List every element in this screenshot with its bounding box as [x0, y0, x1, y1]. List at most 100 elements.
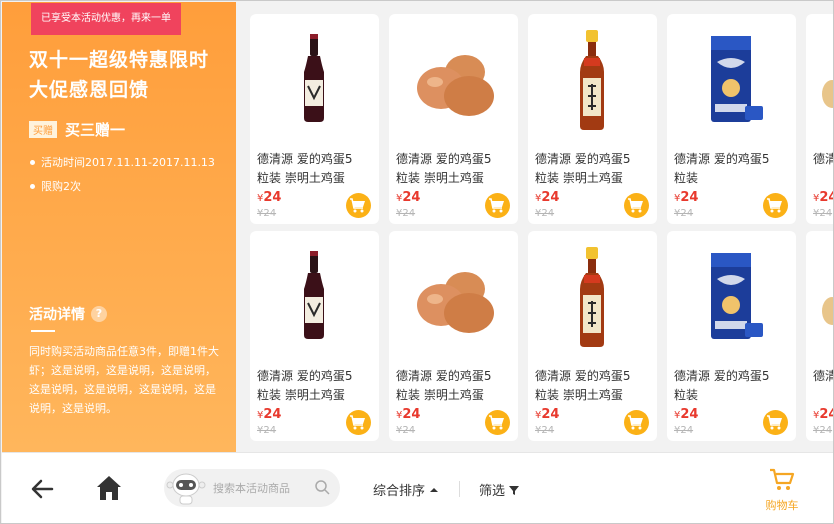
product-image[interactable] [667, 14, 796, 144]
promo-title: 双十一超级特惠限时 大促感恩回馈 [29, 45, 229, 105]
product-name-line2: 粒装 [674, 388, 699, 402]
product-card[interactable]: 德清源 爱的鸡蛋5 粒装 崇明土鸡蛋 ¥24 ¥24 [389, 231, 518, 441]
search-icon[interactable] [314, 479, 330, 495]
price-value: 24 [819, 190, 833, 205]
filter-label: 筛选 [479, 484, 506, 499]
cart-label: 购物车 [765, 499, 799, 512]
product-card[interactable]: 德清源 爱的鸡蛋5 粒装 崇明土鸡蛋 ¥24 ¥24 [389, 14, 518, 224]
product-image[interactable] [667, 231, 796, 361]
product-card[interactable]: 德清源 爱的鸡蛋5 粒装 崇明土鸡蛋 ¥24 ¥24 [250, 14, 379, 224]
product-image[interactable] [528, 231, 657, 361]
add-to-cart-button[interactable] [346, 410, 371, 435]
product-name-line2: 粒装 崇明土鸡蛋 [535, 388, 623, 402]
product-name-line2: 粒装 崇明土鸡蛋 [396, 171, 484, 185]
add-to-cart-button[interactable] [346, 193, 371, 218]
home-button[interactable] [94, 473, 124, 503]
product-image[interactable] [389, 231, 518, 361]
price-value: 24 [680, 190, 699, 205]
product-name: 德清 [813, 150, 833, 169]
product-original-price: ¥24 [813, 208, 833, 219]
promo-offer: 买赠 买三赠一 [29, 119, 125, 140]
cart-icon [346, 198, 371, 222]
product-card[interactable]: 德清 ¥24 ¥24 [806, 14, 833, 224]
price-value: 24 [819, 407, 833, 422]
product-price: ¥24 [396, 407, 420, 422]
product-name-line1: 德清源 爱的鸡蛋5 [535, 152, 631, 166]
promo-offer-text: 买三赠一 [65, 121, 126, 139]
product-name: 德清源 爱的鸡蛋5 粒装 崇明土鸡蛋 [396, 150, 514, 188]
product-original-price: ¥24 [674, 425, 694, 436]
add-to-cart-button[interactable] [485, 410, 510, 435]
product-name-line2: 粒装 崇明土鸡蛋 [257, 171, 345, 185]
product-name-line1: 德清源 爱的鸡蛋5 [257, 369, 353, 383]
search-input[interactable]: 搜索本活动商品 [213, 480, 290, 496]
add-to-cart-button[interactable] [763, 193, 788, 218]
product-name-line2: 粒装 崇明土鸡蛋 [257, 388, 345, 402]
price-value: 24 [680, 407, 699, 422]
back-button[interactable] [28, 475, 56, 503]
product-name: 德清源 爱的鸡蛋5 粒装 崇明土鸡蛋 [257, 367, 375, 405]
product-image[interactable] [806, 231, 833, 361]
product-image[interactable] [250, 14, 379, 144]
details-heading: 活动详情 ? [29, 304, 107, 324]
promo-panel: 已享受本活动优惠，再来一单 双十一超级特惠限时 大促感恩回馈 买赠 买三赠一 活… [2, 2, 236, 452]
sort-button[interactable]: 综合排序 [373, 480, 440, 499]
product-price: ¥24 [257, 407, 281, 422]
product-name-line1: 德清源 爱的鸡蛋5 [674, 152, 770, 166]
product-image[interactable] [250, 231, 379, 361]
cart-icon [770, 468, 795, 490]
product-price: ¥24 [535, 190, 559, 205]
product-price: ¥24 [396, 190, 420, 205]
product-card[interactable]: 德清源 爱的鸡蛋5 粒装 崇明土鸡蛋 ¥24 ¥24 [250, 231, 379, 441]
add-to-cart-button[interactable] [624, 193, 649, 218]
help-icon[interactable]: ? [91, 306, 107, 322]
add-to-cart-button[interactable] [485, 193, 510, 218]
product-original-price: ¥24 [257, 425, 277, 436]
divider [459, 481, 460, 497]
robot-icon [166, 473, 206, 505]
add-to-cart-button[interactable] [763, 410, 788, 435]
robot-avatar [166, 470, 206, 506]
price-value: 24 [263, 190, 282, 205]
price-value: 24 [402, 407, 421, 422]
product-name: 德清源 爱的鸡蛋5 粒装 崇明土鸡蛋 [257, 150, 375, 188]
product-card[interactable]: 德清源 爱的鸡蛋5 粒装 崇明土鸡蛋 ¥24 ¥24 [528, 14, 657, 224]
promo-time: 活动时间2017.11.11-2017.11.13 [30, 154, 215, 170]
product-name: 德清源 爱的鸡蛋5 粒装 崇明土鸡蛋 [396, 367, 514, 405]
product-name-line1: 德清 [813, 369, 833, 383]
cart-icon [624, 198, 649, 222]
promo-status-badge: 已享受本活动优惠，再来一单 [31, 3, 181, 35]
search-box[interactable]: 搜索本活动商品 [164, 469, 340, 507]
product-name-line1: 德清源 爱的鸡蛋5 [674, 369, 770, 383]
product-price: ¥24 [257, 190, 281, 205]
product-price: ¥24 [535, 407, 559, 422]
bullet-dot-icon [30, 183, 35, 189]
details-title: 活动详情 [29, 307, 85, 323]
app-window: 已享受本活动优惠，再来一单 双十一超级特惠限时 大促感恩回馈 买赠 买三赠一 活… [0, 0, 834, 524]
home-icon [97, 476, 121, 500]
add-to-cart-button[interactable] [624, 410, 649, 435]
product-card[interactable]: 德清源 爱的鸡蛋5 粒装 ¥24 ¥24 [667, 14, 796, 224]
cart-icon [763, 198, 788, 222]
product-original-price: ¥24 [813, 425, 833, 436]
product-card[interactable]: 德清源 爱的鸡蛋5 粒装 崇明土鸡蛋 ¥24 ¥24 [528, 231, 657, 441]
bullet-dot-icon [30, 159, 35, 165]
product-name-line2: 粒装 崇明土鸡蛋 [396, 388, 484, 402]
cart-button[interactable]: 购物车 [760, 468, 804, 512]
product-original-price: ¥24 [535, 208, 555, 219]
product-name-line1: 德清源 爱的鸡蛋5 [396, 369, 492, 383]
product-image[interactable] [806, 14, 833, 144]
product-image[interactable] [389, 14, 518, 144]
product-name-line1: 德清源 爱的鸡蛋5 [396, 152, 492, 166]
product-image[interactable] [528, 14, 657, 144]
product-name: 德清源 爱的鸡蛋5 粒装 崇明土鸡蛋 [535, 367, 653, 405]
price-value: 24 [541, 190, 560, 205]
caret-up-icon [430, 487, 439, 492]
filter-button[interactable]: 筛选 [479, 480, 520, 499]
price-value: 24 [402, 190, 421, 205]
promo-limit: 限购2次 [30, 178, 81, 194]
cart-icon [763, 415, 788, 439]
promo-title-line2: 大促感恩回馈 [29, 79, 150, 101]
product-card[interactable]: 德清 ¥24 ¥24 [806, 231, 833, 441]
product-card[interactable]: 德清源 爱的鸡蛋5 粒装 ¥24 ¥24 [667, 231, 796, 441]
